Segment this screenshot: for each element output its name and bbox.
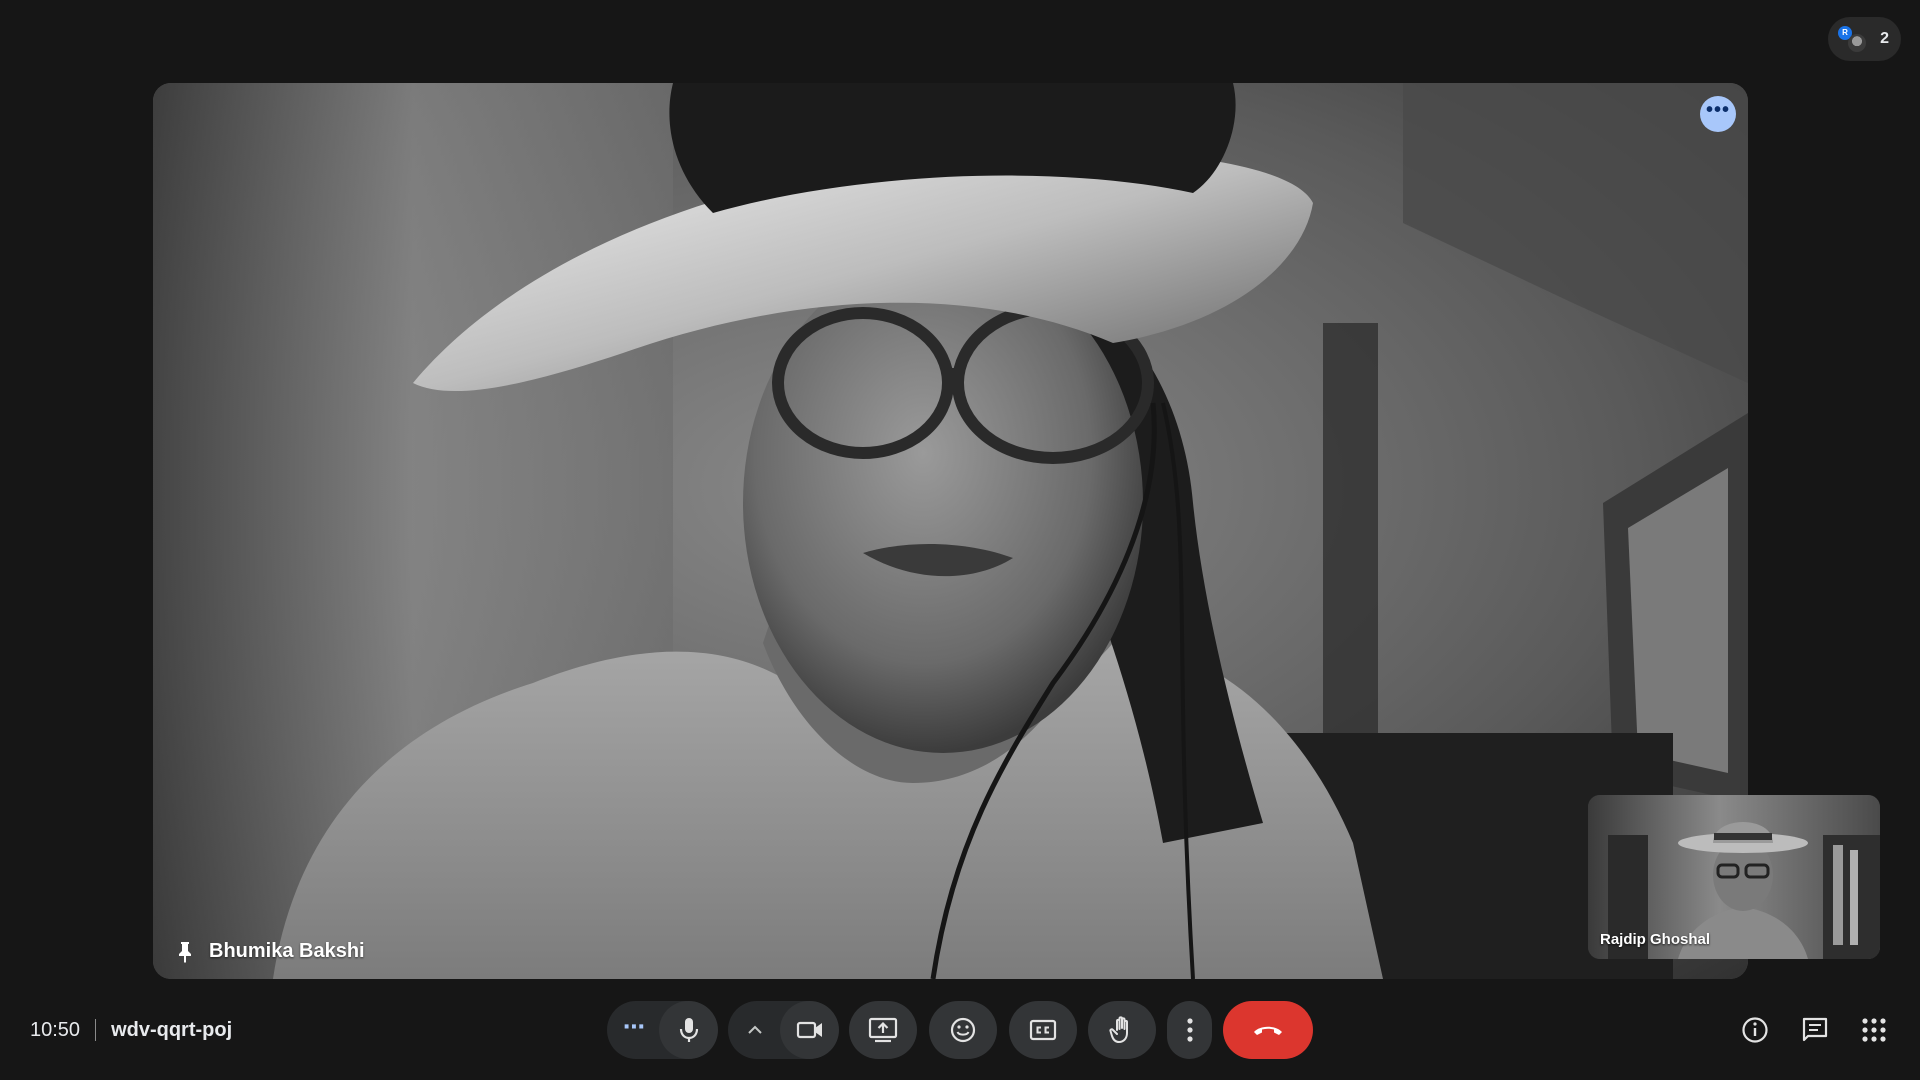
info-icon [1742, 1017, 1768, 1043]
tile-options-button[interactable]: ••• [1700, 96, 1736, 132]
participant-name-label: Bhumika Bakshi [175, 940, 365, 963]
chat-icon [1802, 1017, 1828, 1042]
chat-button[interactable] [1795, 1010, 1835, 1050]
participant-video-feed [153, 83, 1748, 979]
activities-button[interactable] [1854, 1010, 1894, 1050]
participant-avatars: R [1838, 24, 1868, 54]
apps-grid-icon [1862, 1018, 1886, 1042]
participants-chip[interactable]: R 2 [1828, 17, 1901, 61]
side-panel-controls [0, 1010, 1920, 1050]
self-view-tile[interactable]: Rajdip Ghoshal [1588, 795, 1880, 959]
participant-count: 2 [1880, 30, 1889, 47]
pin-icon [179, 941, 191, 963]
avatar [1848, 34, 1866, 52]
meeting-details-button[interactable] [1735, 1010, 1775, 1050]
participant-name: Bhumika Bakshi [209, 940, 365, 962]
main-video-tile[interactable]: ••• Bhumika Bakshi [153, 83, 1748, 979]
self-participant-name: Rajdip Ghoshal [1600, 931, 1711, 948]
more-horiz-icon: ••• [1705, 99, 1730, 121]
meet-window: R 2 ••• Bhumika Bakshi Rajdip Ghoshal 10… [0, 0, 1920, 1080]
